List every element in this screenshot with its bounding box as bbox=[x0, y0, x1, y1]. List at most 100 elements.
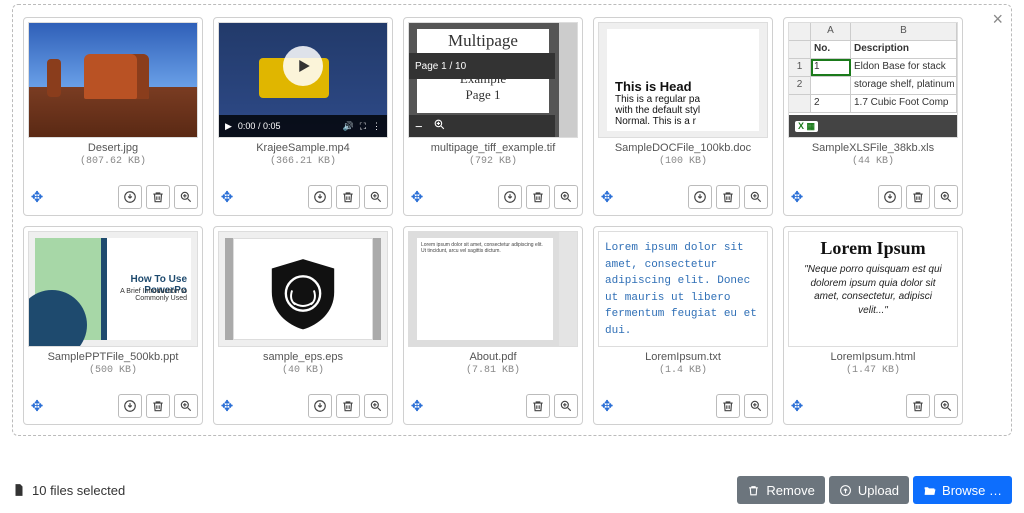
download-button[interactable] bbox=[118, 394, 142, 418]
eps-preview bbox=[218, 231, 388, 347]
file-card: How To Use PowerPo A Brief Introduction … bbox=[23, 226, 203, 425]
zoom-button[interactable] bbox=[174, 185, 198, 209]
fullscreen-icon[interactable]: ⛶ bbox=[360, 121, 366, 132]
html-quote: "Neque porro quisquam est qui dolorem ip… bbox=[799, 263, 947, 317]
scrollbar[interactable] bbox=[559, 23, 577, 137]
file-name: SampleDOCFile_100kb.doc bbox=[598, 142, 768, 154]
file-name: About.pdf bbox=[408, 351, 578, 363]
drag-handle-icon[interactable]: ✥ bbox=[218, 188, 236, 206]
txt-preview: Lorem ipsum dolor sit amet, consectetur … bbox=[598, 231, 768, 347]
delete-button[interactable] bbox=[336, 394, 360, 418]
delete-button[interactable] bbox=[146, 394, 170, 418]
zoom-button[interactable] bbox=[744, 185, 768, 209]
play-icon[interactable] bbox=[283, 46, 323, 86]
thumbnail-grid: Desert.jpg (807.62 KB) ✥ ▶ 0:00 / 0:05 🔊 bbox=[23, 17, 1001, 425]
drag-handle-icon[interactable]: ✥ bbox=[598, 188, 616, 206]
zoom-out-icon[interactable]: − bbox=[415, 119, 423, 134]
file-size: (100 KB) bbox=[598, 156, 768, 167]
zoom-button[interactable] bbox=[934, 394, 958, 418]
file-name: LoremIpsum.html bbox=[788, 351, 958, 363]
zoom-button[interactable] bbox=[554, 185, 578, 209]
tiff-text: Page 1 bbox=[417, 87, 549, 103]
zoom-button[interactable] bbox=[364, 394, 388, 418]
download-button[interactable] bbox=[308, 394, 332, 418]
tiff-preview[interactable]: Multipage TIFF Example Page 1 Page 1 / 1… bbox=[408, 22, 578, 138]
file-size: (500 KB) bbox=[28, 365, 198, 376]
download-button[interactable] bbox=[118, 185, 142, 209]
html-preview: Lorem Ipsum "Neque porro quisquam est qu… bbox=[788, 231, 958, 347]
file-card: Desert.jpg (807.62 KB) ✥ bbox=[23, 17, 203, 216]
delete-button[interactable] bbox=[716, 185, 740, 209]
zoom-button[interactable] bbox=[174, 394, 198, 418]
drag-handle-icon[interactable]: ✥ bbox=[788, 397, 806, 415]
file-size: (1.47 KB) bbox=[788, 365, 958, 376]
file-name: sample_eps.eps bbox=[218, 351, 388, 363]
file-preview-area: × Desert.jpg (807.62 KB) ✥ bbox=[12, 4, 1012, 436]
file-name: SamplePPTFile_500kb.ppt bbox=[28, 351, 198, 363]
file-card: Multipage TIFF Example Page 1 Page 1 / 1… bbox=[403, 17, 583, 216]
delete-button[interactable] bbox=[526, 394, 550, 418]
zoom-in-icon[interactable] bbox=[433, 118, 446, 134]
download-button[interactable] bbox=[308, 185, 332, 209]
xls-preview: AB No.Description 11Eldon Base for stack… bbox=[788, 22, 958, 138]
delete-button[interactable] bbox=[526, 185, 550, 209]
txt-content: Lorem ipsum dolor sit amet, consectetur … bbox=[599, 232, 767, 346]
tiff-text: Multipage bbox=[417, 31, 549, 51]
file-size: (792 KB) bbox=[408, 156, 578, 167]
file-card: AB No.Description 11Eldon Base for stack… bbox=[783, 17, 963, 216]
bottom-bar: 10 files selected Remove Upload Browse … bbox=[12, 475, 1012, 505]
delete-button[interactable] bbox=[146, 185, 170, 209]
drag-handle-icon[interactable]: ✥ bbox=[218, 397, 236, 415]
ppt-subtitle: A Brief Introduction to Commonly Used bbox=[113, 288, 187, 302]
zoom-button[interactable] bbox=[934, 185, 958, 209]
tiff-page-bar: Page 1 / 10 bbox=[409, 53, 555, 79]
upload-icon bbox=[839, 484, 852, 497]
download-button[interactable] bbox=[878, 185, 902, 209]
scrollbar[interactable] bbox=[559, 232, 577, 346]
delete-button[interactable] bbox=[716, 394, 740, 418]
file-card: Lorem ipsum dolor sit amet, consectetur … bbox=[593, 226, 773, 425]
browse-button[interactable]: Browse … bbox=[913, 476, 1012, 504]
drag-handle-icon[interactable]: ✥ bbox=[598, 397, 616, 415]
download-button[interactable] bbox=[688, 185, 712, 209]
file-name: LoremIpsum.txt bbox=[598, 351, 768, 363]
video-time: 0:00 / 0:05 bbox=[238, 121, 281, 131]
drag-handle-icon[interactable]: ✥ bbox=[788, 188, 806, 206]
zoom-button[interactable] bbox=[744, 394, 768, 418]
file-card: sample_eps.eps (40 KB) ✥ bbox=[213, 226, 393, 425]
file-size: (1.4 KB) bbox=[598, 365, 768, 376]
delete-button[interactable] bbox=[336, 185, 360, 209]
zoom-button[interactable] bbox=[554, 394, 578, 418]
file-name: multipage_tiff_example.tif bbox=[408, 142, 578, 154]
drag-handle-icon[interactable]: ✥ bbox=[408, 397, 426, 415]
video-controls[interactable]: ▶ 0:00 / 0:05 🔊 ⛶ ⋮ bbox=[219, 115, 387, 137]
upload-button[interactable]: Upload bbox=[829, 476, 909, 504]
close-icon[interactable]: × bbox=[992, 9, 1003, 30]
video-preview[interactable]: ▶ 0:00 / 0:05 🔊 ⛶ ⋮ bbox=[218, 22, 388, 138]
play-small-icon[interactable]: ▶ bbox=[225, 121, 232, 132]
drag-handle-icon[interactable]: ✥ bbox=[28, 397, 46, 415]
delete-button[interactable] bbox=[906, 394, 930, 418]
drag-handle-icon[interactable]: ✥ bbox=[28, 188, 46, 206]
file-card: This is Head This is a regular pa with t… bbox=[593, 17, 773, 216]
shield-icon bbox=[264, 254, 342, 335]
file-name: Desert.jpg bbox=[28, 142, 198, 154]
file-name: KrajeeSample.mp4 bbox=[218, 142, 388, 154]
volume-icon[interactable]: 🔊 bbox=[342, 121, 353, 132]
doc-heading: This is Head bbox=[615, 79, 692, 94]
drag-handle-icon[interactable]: ✥ bbox=[408, 188, 426, 206]
download-button[interactable] bbox=[498, 185, 522, 209]
file-size: (40 KB) bbox=[218, 365, 388, 376]
pdf-preview: Lorem ipsum dolor sit amet, consectetur … bbox=[408, 231, 578, 347]
file-size: (366.21 KB) bbox=[218, 156, 388, 167]
delete-button[interactable] bbox=[906, 185, 930, 209]
file-card: Lorem ipsum dolor sit amet, consectetur … bbox=[403, 226, 583, 425]
more-icon[interactable]: ⋮ bbox=[372, 121, 381, 132]
html-heading: Lorem Ipsum bbox=[799, 238, 947, 259]
status-text: 10 files selected bbox=[12, 483, 733, 498]
excel-icon: X ▦ bbox=[795, 121, 818, 132]
remove-button[interactable]: Remove bbox=[737, 476, 824, 504]
zoom-button[interactable] bbox=[364, 185, 388, 209]
file-card: ▶ 0:00 / 0:05 🔊 ⛶ ⋮ KrajeeSample.mp4 (36… bbox=[213, 17, 393, 216]
file-card: Lorem Ipsum "Neque porro quisquam est qu… bbox=[783, 226, 963, 425]
